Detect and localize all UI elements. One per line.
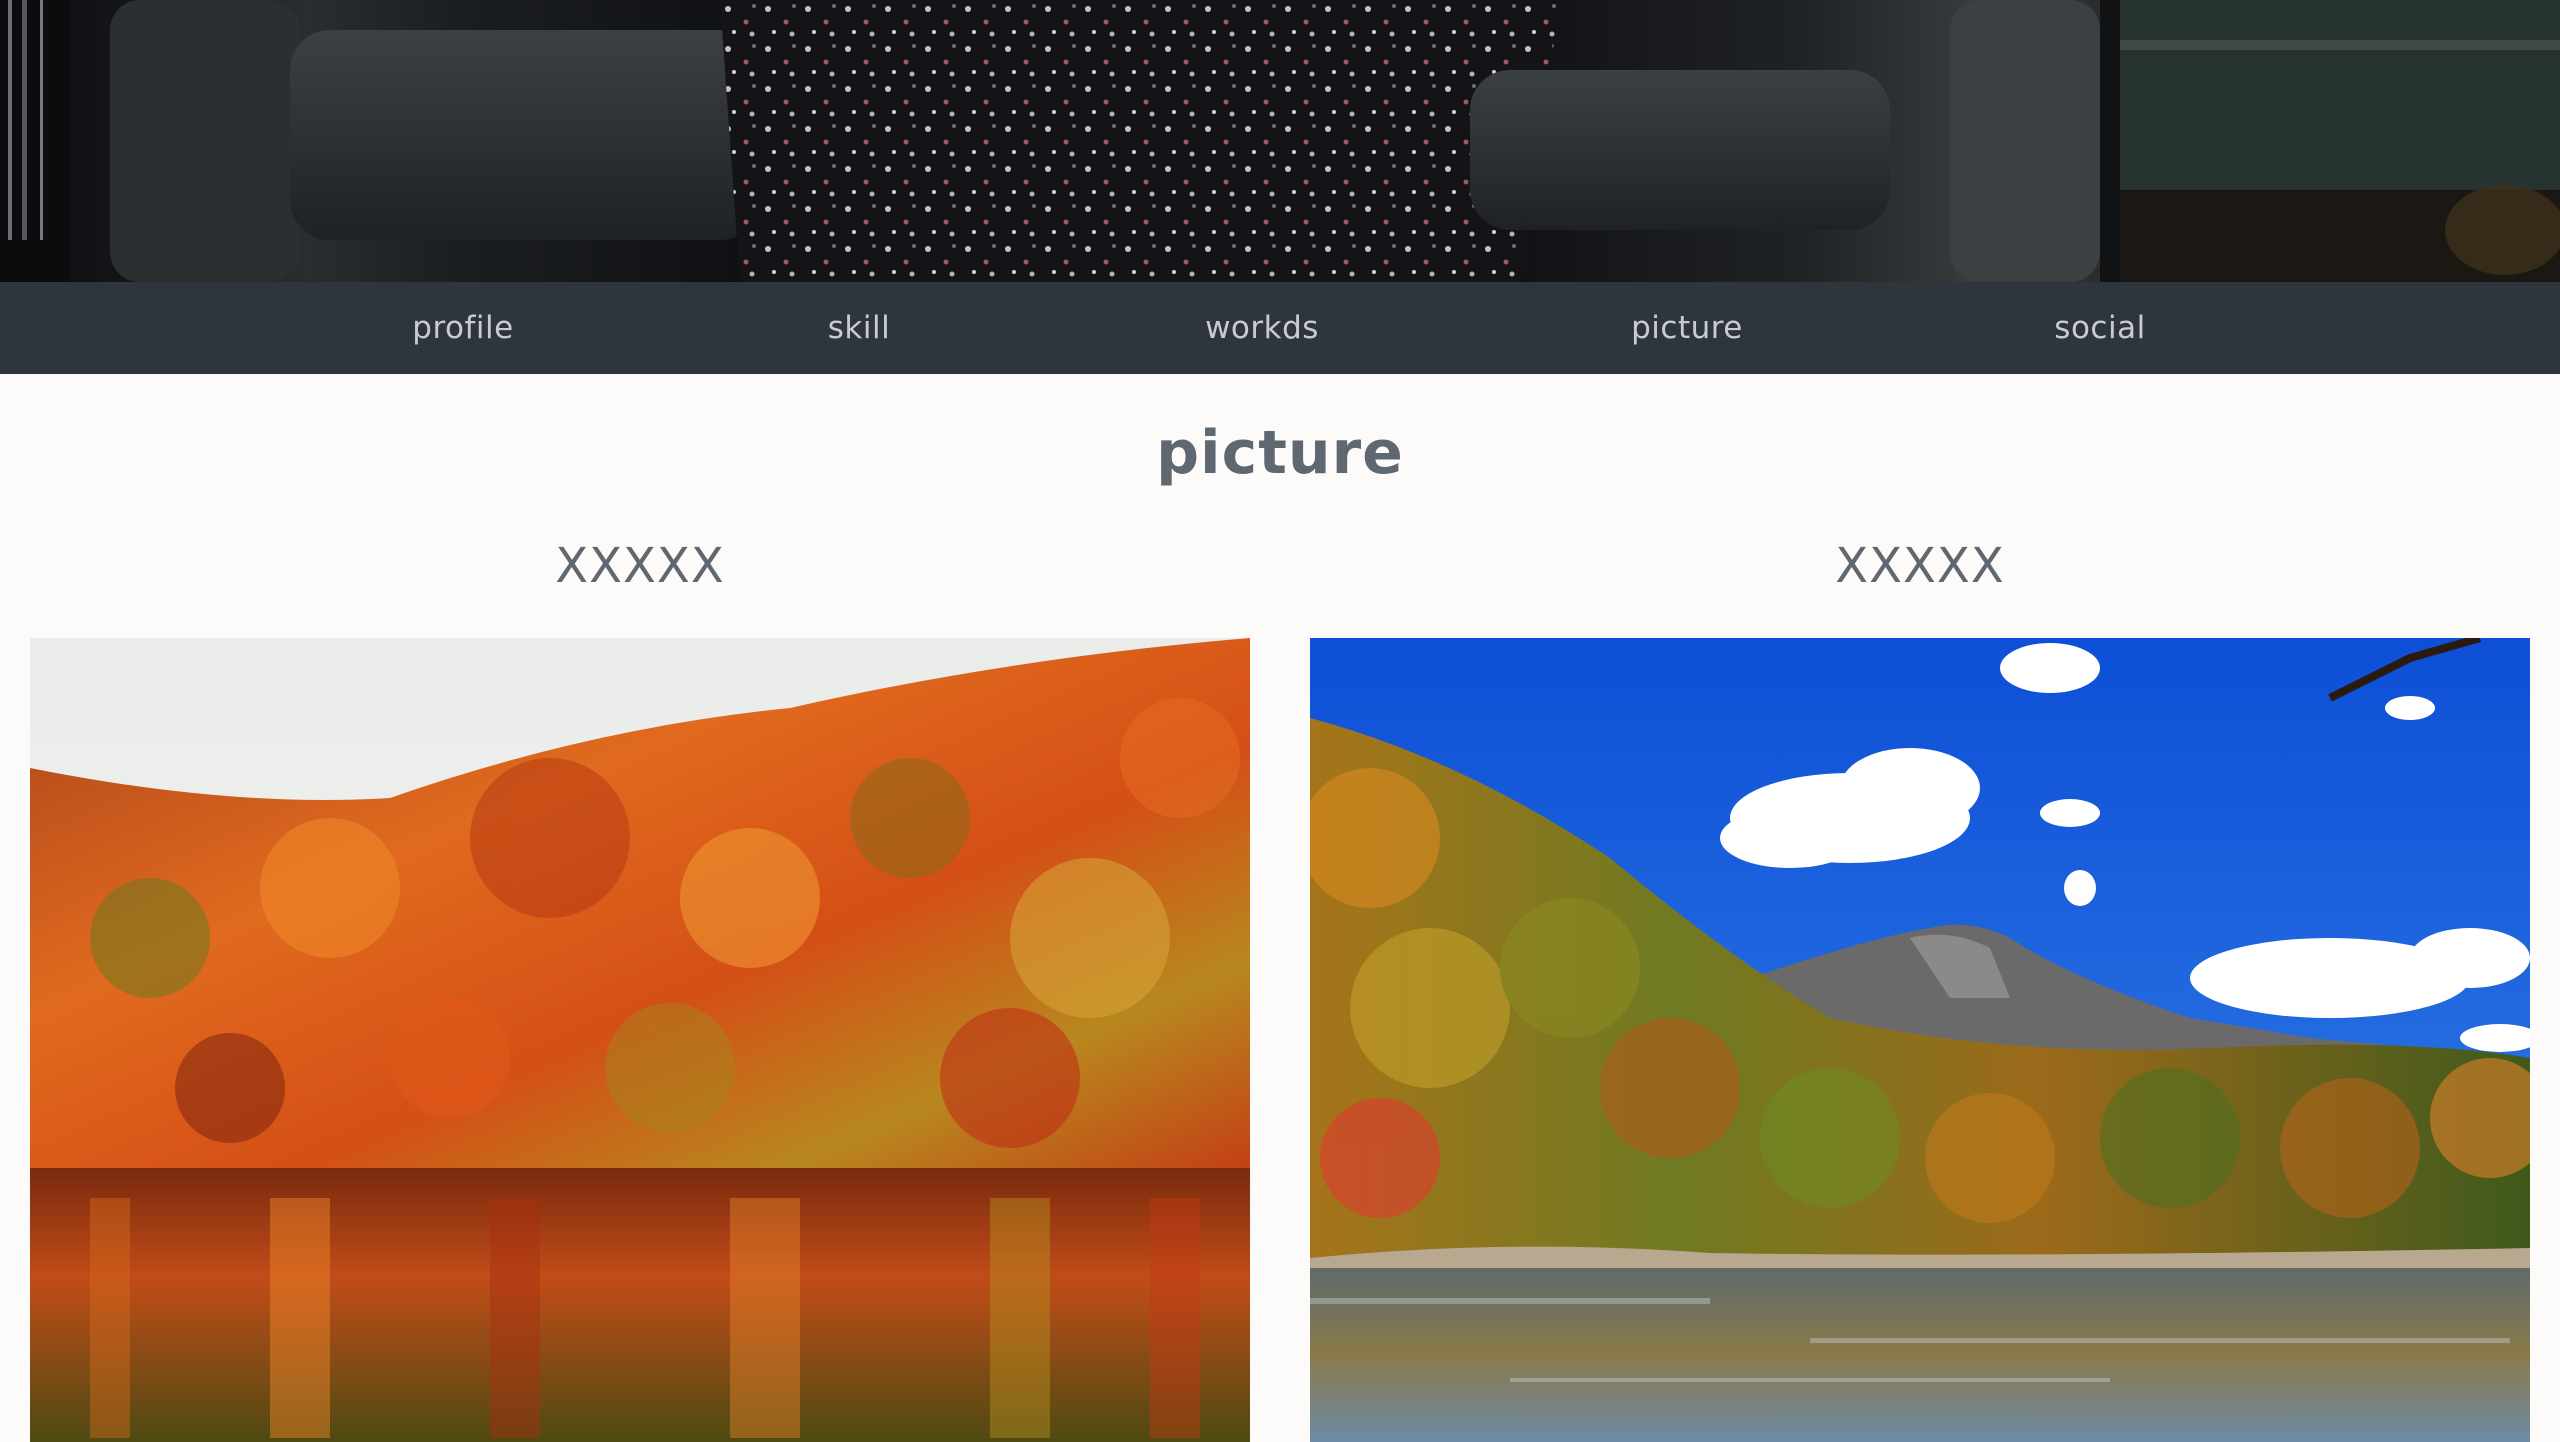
hero-image [0, 0, 2560, 282]
nav-item-skill[interactable]: skill [828, 282, 890, 374]
nav-item-picture[interactable]: picture [1631, 282, 1743, 374]
main-navbar: profile skill workds picture social [0, 282, 2560, 374]
section-title: picture [1156, 418, 1404, 488]
nav-item-social[interactable]: social [2054, 282, 2145, 374]
hero-sofa-photo [0, 0, 2560, 282]
card-title-2: XXXXX [1835, 538, 2005, 594]
card-photo-2 [1310, 638, 2530, 1442]
card-photo-1 [30, 638, 1250, 1442]
nav-item-profile[interactable]: profile [412, 282, 513, 374]
card-title-1: XXXXX [555, 538, 725, 594]
nav-item-works[interactable]: workds [1205, 282, 1319, 374]
